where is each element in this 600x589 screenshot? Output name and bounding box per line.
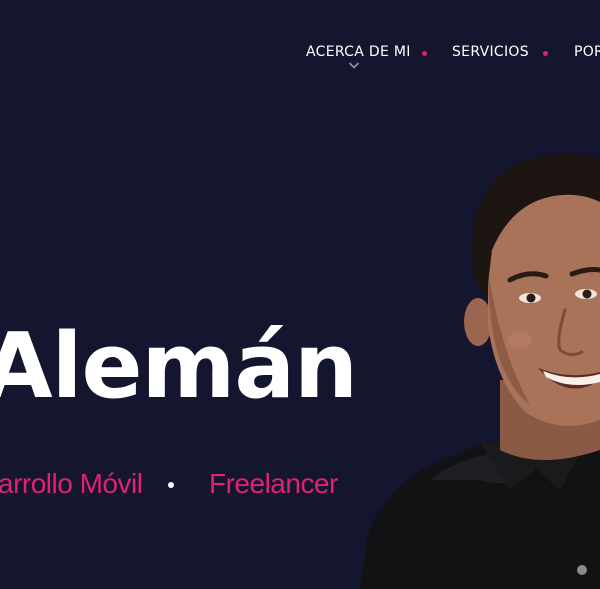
nav-item-portafolio[interactable]: POR [574,44,600,60]
nav-separator-dot [422,51,427,56]
nav-item-acerca-de-mi[interactable]: ACERCA DE MI [306,44,411,60]
role-freelancer: Freelancer [209,468,338,499]
hero-name: Alemán [0,314,358,419]
chevron-down-icon [349,62,359,69]
role-separator-dot [168,482,174,488]
nav-item-servicios[interactable]: SERVICIOS [452,44,529,60]
nav-separator-dot [543,51,548,56]
main-nav: ACERCA DE MI SERVICIOS POR [0,44,600,69]
role-mobile-development: arrollo Móvil [0,468,143,499]
profile-photo [360,153,600,589]
